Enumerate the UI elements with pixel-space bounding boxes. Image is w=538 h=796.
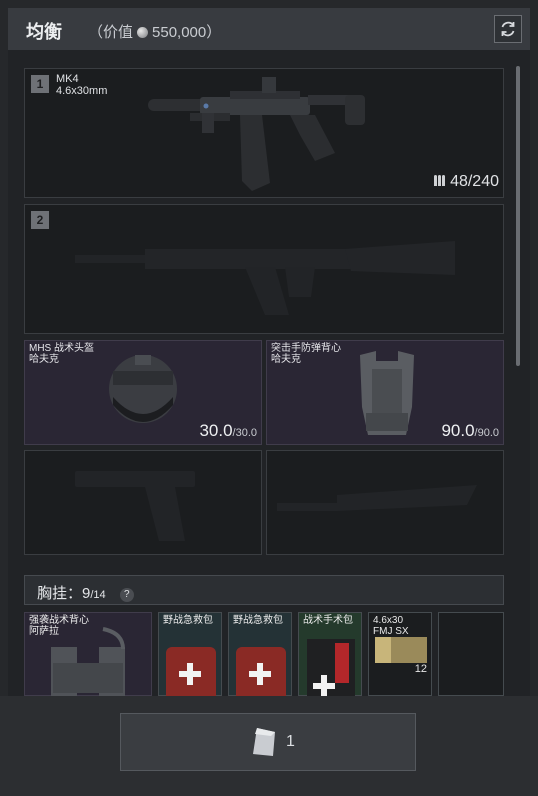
body-armor-slot[interactable]: 突击手防弹背心 哈夫克 90.0/90.0 bbox=[266, 340, 504, 445]
empty-item-slot[interactable] bbox=[438, 612, 504, 696]
slot-number: 2 bbox=[31, 211, 49, 229]
help-icon[interactable]: ? bbox=[119, 588, 134, 602]
refresh-button[interactable] bbox=[494, 15, 522, 43]
bandage-icon bbox=[253, 728, 275, 756]
chest-rig-header: 胸挂：9/14 ? bbox=[24, 575, 504, 605]
weapon-caliber: 4.6x30mm bbox=[56, 85, 108, 97]
secondary-weapon-slot[interactable]: 2 bbox=[24, 204, 504, 334]
coin-icon bbox=[137, 27, 149, 38]
armor-durability: 90.0/90.0 bbox=[441, 421, 499, 441]
loadout-panel: 1 MK4 4.6x30mm 48/240 2 MHS 战术头盔 哈夫克 30.… bbox=[8, 50, 530, 696]
armor-durability-max: /90.0 bbox=[474, 427, 499, 439]
empty-rifle-silhouette-icon bbox=[75, 241, 455, 315]
loadout-title: 均衡 bbox=[26, 22, 62, 42]
armor-name: 突击手防弹背心 哈夫克 bbox=[271, 343, 341, 365]
value-amount: 550,000） bbox=[152, 24, 222, 41]
chest-rig-item[interactable]: 强袭战术背心 阿萨拉 bbox=[24, 612, 152, 696]
weapon-info: MK4 4.6x30mm bbox=[56, 73, 107, 97]
pocket-item-count: 1 bbox=[286, 733, 295, 750]
ammo-item-name: 4.6x30 FMJ SX bbox=[373, 615, 409, 637]
ammo-count: 48/240 bbox=[450, 173, 499, 190]
helmet-durability: 30.0/30.0 bbox=[199, 421, 257, 441]
melee-slot[interactable] bbox=[266, 450, 504, 555]
loadout-value: （价值 550,000） bbox=[88, 21, 221, 42]
loadout-header: 均衡 （价值 550,000） bbox=[8, 8, 530, 50]
surgical-kit-item[interactable]: 战术手术包 bbox=[298, 612, 362, 696]
armor-durability-current: 90.0 bbox=[441, 421, 475, 440]
pocket-slot[interactable]: 1 bbox=[120, 713, 416, 771]
kit-label-icon bbox=[335, 643, 349, 683]
chest-rig-label: 胸挂： bbox=[37, 585, 83, 602]
empty-pistol-silhouette-icon bbox=[75, 471, 195, 541]
pistol-slot[interactable] bbox=[24, 450, 262, 555]
armor-name-line1: 突击手防弹背心 bbox=[271, 343, 341, 354]
first-aid-kit-item[interactable]: 野战急救包 bbox=[158, 612, 222, 696]
item-name: 野战急救包 bbox=[233, 615, 283, 626]
rig-item-name-line1: 强袭战术背心 bbox=[29, 615, 89, 626]
helmet-name-line2: 哈夫克 bbox=[29, 354, 59, 365]
item-name: 野战急救包 bbox=[163, 615, 213, 626]
empty-knife-silhouette-icon bbox=[277, 485, 477, 511]
helmet-slot[interactable]: MHS 战术头盔 哈夫克 30.0/30.0 bbox=[24, 340, 262, 445]
armor-name-line2: 哈夫克 bbox=[271, 354, 301, 365]
chest-rig-total: /14 bbox=[90, 589, 106, 601]
weapon-name: MK4 bbox=[56, 73, 79, 85]
vest-icon bbox=[360, 351, 414, 435]
ammo-counter: 48/240 bbox=[433, 173, 499, 191]
rifle-icon bbox=[148, 77, 365, 191]
chest-rig-capacity: 胸挂：9/14 ? bbox=[37, 582, 134, 603]
first-aid-kit-item[interactable]: 野战急救包 bbox=[228, 612, 292, 696]
ammo-box-icon bbox=[375, 637, 427, 663]
medical-cross-icon bbox=[249, 663, 271, 685]
ammo-item-line1: 4.6x30 bbox=[373, 615, 404, 626]
refresh-icon bbox=[501, 21, 515, 37]
ammo-item-count: 12 bbox=[414, 663, 427, 675]
value-prefix: （价值 bbox=[88, 24, 134, 41]
medical-cross-icon bbox=[313, 675, 335, 696]
helmet-durability-current: 30.0 bbox=[199, 421, 233, 440]
helmet-icon bbox=[109, 355, 177, 423]
tactical-vest-icon bbox=[51, 627, 125, 696]
medical-cross-icon bbox=[179, 663, 201, 685]
slot-number: 1 bbox=[31, 75, 49, 93]
scrollbar[interactable] bbox=[516, 66, 520, 366]
helmet-durability-max: /30.0 bbox=[232, 427, 257, 439]
bullets-icon bbox=[433, 173, 446, 190]
primary-weapon-slot[interactable]: 1 MK4 4.6x30mm 48/240 bbox=[24, 68, 504, 198]
helmet-name-line1: MHS 战术头盔 bbox=[29, 343, 94, 354]
ammo-box-item[interactable]: 4.6x30 FMJ SX 12 bbox=[368, 612, 432, 696]
helmet-name: MHS 战术头盔 哈夫克 bbox=[29, 343, 94, 365]
pocket-bar: 1 bbox=[0, 696, 538, 796]
item-name: 战术手术包 bbox=[303, 615, 353, 626]
